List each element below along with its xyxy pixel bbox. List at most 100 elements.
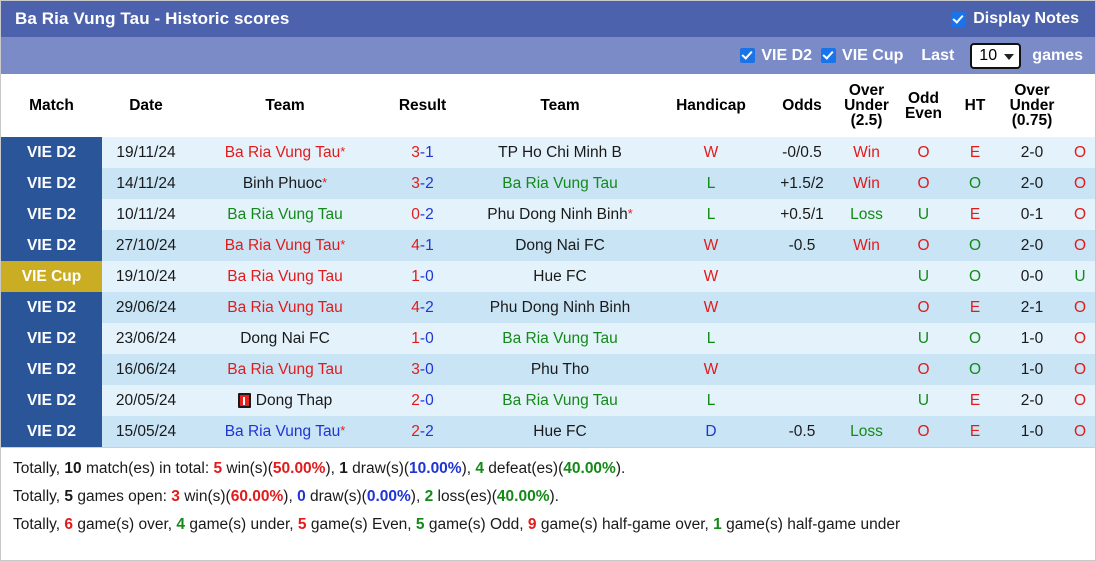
odd-even-value: E — [951, 292, 999, 323]
competition-badge-cell[interactable]: VIE D2 — [1, 137, 102, 168]
league-d2-label: VIE D2 — [761, 46, 813, 64]
away-team[interactable]: Ba Ria Vung Tau — [465, 168, 655, 199]
competition-badge-cell[interactable]: VIE D2 — [1, 292, 102, 323]
match-score[interactable]: 4-1 — [380, 230, 465, 261]
home-team-name: Ba Ria Vung Tau — [227, 267, 343, 285]
odd-even-value: O — [951, 168, 999, 199]
home-team[interactable]: Dong Nai FC — [190, 323, 380, 354]
red-card-icon — [237, 392, 251, 408]
table-row[interactable]: VIE D2 20/05/24 Dong Thap 2-0 Ba Ria Vung Ta… — [1, 385, 1095, 416]
s1-win-pct: 50.00% — [272, 460, 326, 477]
filter-vie-cup[interactable]: VIE Cup — [821, 47, 903, 65]
display-notes-label: Display Notes — [973, 10, 1079, 27]
over-under-075-value: O — [1065, 168, 1095, 199]
home-team[interactable]: Ba Ria Vung Tau — [190, 354, 380, 385]
over-under-25-value: O — [896, 292, 951, 323]
col-ou25-line1: Over — [848, 82, 885, 99]
home-team-name: Binh Phuoc — [242, 174, 323, 192]
col-home-team: Team — [190, 74, 380, 137]
home-team[interactable]: Ba Ria Vung Tau* — [190, 416, 380, 447]
half-time-score: 1-0 — [999, 323, 1065, 354]
games-count-select-wrap[interactable]: 510152030 — [970, 42, 1022, 69]
games-label: games — [1032, 46, 1083, 64]
home-team[interactable]: Ba Ria Vung Tau* — [190, 230, 380, 261]
away-team[interactable]: Dong Nai FC — [465, 230, 655, 261]
score-away: 1 — [425, 143, 434, 161]
score-home: 2 — [411, 422, 420, 440]
games-count-select[interactable]: 510152030 — [970, 42, 1022, 69]
league-d2-checkbox-icon[interactable] — [740, 48, 756, 63]
match-score[interactable]: 1-0 — [380, 323, 465, 354]
over-under-075-value: O — [1065, 230, 1095, 261]
competition-badge-cell[interactable]: VIE D2 — [1, 199, 102, 230]
away-team[interactable]: Ba Ria Vung Tau — [465, 385, 655, 416]
competition-badge-cell[interactable]: VIE D2 — [1, 168, 102, 199]
home-team[interactable]: Binh Phuoc* — [190, 168, 380, 199]
odd-even-value: O — [951, 261, 999, 292]
home-team[interactable]: Ba Ria Vung Tau* — [190, 137, 380, 168]
table-row[interactable]: VIE D2 15/05/24 Ba Ria Vung Tau* 2-2 Hue FC D… — [1, 416, 1095, 447]
match-score[interactable]: 3-2 — [380, 168, 465, 199]
competition-badge-cell[interactable]: VIE D2 — [1, 385, 102, 416]
match-score[interactable]: 2-2 — [380, 416, 465, 447]
s2-t6: loss(es)( — [433, 488, 497, 505]
table-row[interactable]: VIE Cup 19/10/24 Ba Ria Vung Tau 1-0 Hue FC W… — [1, 261, 1095, 292]
table-row[interactable]: VIE D2 23/06/24 Dong Nai FC 1-0 Ba Ria Vung … — [1, 323, 1095, 354]
match-score[interactable]: 3-1 — [380, 137, 465, 168]
away-team[interactable]: Phu Tho — [465, 354, 655, 385]
col-oddeven-line2: Even — [904, 104, 943, 122]
competition-badge-cell[interactable]: VIE D2 — [1, 230, 102, 261]
competition-badge-cell[interactable]: VIE D2 — [1, 416, 102, 447]
home-team[interactable]: Dong Thap — [190, 385, 380, 416]
table-row[interactable]: VIE D2 27/10/24 Ba Ria Vung Tau* 4-1 Dong Na… — [1, 230, 1095, 261]
table-row[interactable]: VIE D2 29/06/24 Ba Ria Vung Tau 4-2 Phu Dong… — [1, 292, 1095, 323]
home-team-name: Ba Ria Vung Tau — [227, 360, 343, 378]
s1-t4: draw(s)( — [347, 460, 410, 477]
handicap-value: -0/0.5 — [767, 137, 837, 168]
match-score[interactable]: 1-0 — [380, 261, 465, 292]
s3-t4: game(s) Odd, — [424, 516, 528, 533]
filter-bar: VIE D2 VIE Cup Last 510152030 games — [1, 37, 1095, 74]
match-score[interactable]: 2-0 — [380, 385, 465, 416]
competition-badge-cell[interactable]: VIE D2 — [1, 354, 102, 385]
away-team[interactable]: Hue FC — [465, 416, 655, 447]
s1-defeats: 4 — [475, 460, 484, 477]
col-match: Match — [1, 74, 102, 137]
away-team[interactable]: TP Ho Chi Minh B — [465, 137, 655, 168]
odds-result: Win — [837, 168, 896, 199]
table-row[interactable]: VIE D2 14/11/24 Binh Phuoc* 3-2 Ba Ria Vung … — [1, 168, 1095, 199]
odds-result — [837, 354, 896, 385]
filter-league-d2[interactable]: VIE D2 — [740, 47, 812, 65]
away-team[interactable]: Ba Ria Vung Tau — [465, 323, 655, 354]
s1-t3: ), — [325, 460, 340, 477]
table-row[interactable]: VIE D2 16/06/24 Ba Ria Vung Tau 3-0 Phu Tho W… — [1, 354, 1095, 385]
odds-result: Win — [837, 230, 896, 261]
competition-badge: VIE D2 — [1, 199, 102, 230]
home-team[interactable]: Ba Ria Vung Tau — [190, 199, 380, 230]
competition-badge-cell[interactable]: VIE Cup — [1, 261, 102, 292]
half-time-score: 1-0 — [999, 354, 1065, 385]
match-score[interactable]: 0-2 — [380, 199, 465, 230]
away-team[interactable]: Phu Dong Ninh Binh* — [465, 199, 655, 230]
competition-badge: VIE D2 — [1, 354, 102, 385]
home-team[interactable]: Ba Ria Vung Tau — [190, 292, 380, 323]
away-team[interactable]: Hue FC — [465, 261, 655, 292]
away-team[interactable]: Phu Dong Ninh Binh — [465, 292, 655, 323]
match-date: 27/10/24 — [102, 230, 190, 261]
vie-cup-checkbox-icon[interactable] — [821, 48, 837, 63]
table-row[interactable]: VIE D2 19/11/24 Ba Ria Vung Tau* 3-1 TP Ho C… — [1, 137, 1095, 168]
col-ou25-line2: Under — [844, 97, 889, 114]
match-score[interactable]: 4-2 — [380, 292, 465, 323]
table-row[interactable]: VIE D2 10/11/24 Ba Ria Vung Tau 0-2 Phu Dong… — [1, 199, 1095, 230]
score-away: 0 — [425, 267, 434, 285]
competition-badge-cell[interactable]: VIE D2 — [1, 323, 102, 354]
home-team-name: Ba Ria Vung Tau — [224, 236, 341, 254]
match-score[interactable]: 3-0 — [380, 354, 465, 385]
result-outcome: W — [655, 354, 767, 385]
display-notes-checkbox-icon[interactable] — [951, 11, 967, 27]
away-team-name: Ba Ria Vung Tau — [502, 391, 618, 409]
home-team[interactable]: Ba Ria Vung Tau — [190, 261, 380, 292]
display-notes-toggle[interactable]: Display Notes — [951, 10, 1083, 28]
handicap-value: +0.5/1 — [767, 199, 837, 230]
col-ou075-line1: Over — [1014, 82, 1050, 99]
